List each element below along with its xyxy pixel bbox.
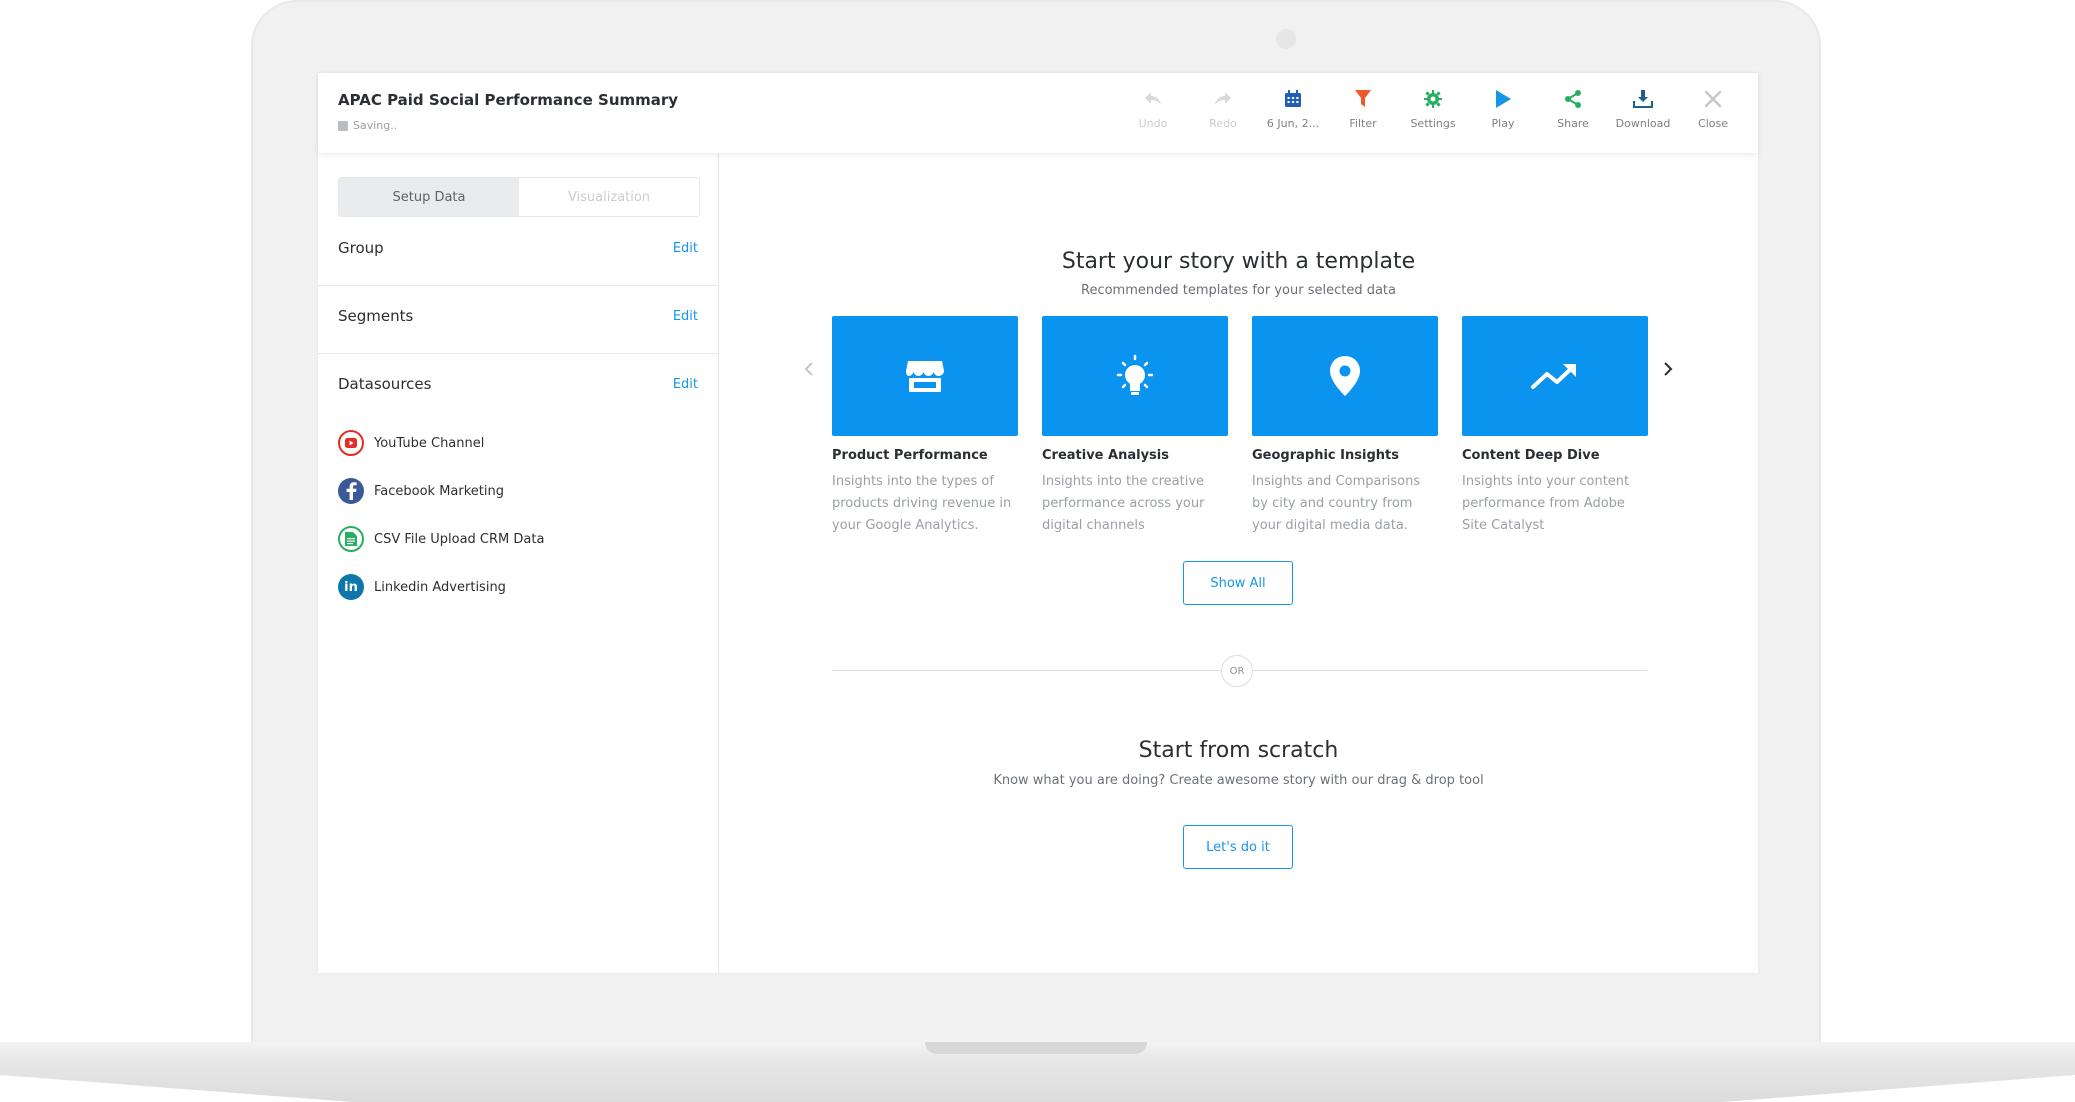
filter-label: Filter: [1349, 117, 1377, 130]
mode-toggle: Setup Data Visualization: [338, 177, 700, 217]
share-icon: [1561, 87, 1585, 111]
app-header: APAC Paid Social Performance Summary Sav…: [318, 73, 1758, 153]
filter-button[interactable]: Filter: [1328, 87, 1398, 139]
scratch-heading: Start from scratch: [1138, 738, 1339, 763]
carousel-next-button[interactable]: [1660, 361, 1676, 377]
sidebar: Setup Data Visualization Group Edit Segm…: [318, 153, 719, 973]
group-section: Group Edit: [338, 239, 698, 257]
datasource-linkedin[interactable]: in Linkedin Advertising: [338, 563, 544, 611]
play-label: Play: [1491, 117, 1515, 130]
chevron-right-icon: [1664, 362, 1673, 376]
share-button[interactable]: Share: [1538, 87, 1608, 139]
store-icon: [906, 361, 944, 392]
youtube-icon: [338, 430, 364, 456]
date-range-button[interactable]: 6 Jun, 2...: [1258, 87, 1328, 139]
toolbar: Undo Redo 6 Jun, 2... Filter Settings Pl…: [1118, 87, 1748, 139]
segments-section: Segments Edit: [338, 307, 698, 325]
share-label: Share: [1557, 117, 1589, 130]
close-label: Close: [1698, 117, 1728, 130]
settings-label: Settings: [1410, 117, 1456, 130]
redo-button[interactable]: Redo: [1188, 87, 1258, 139]
undo-icon: [1141, 87, 1165, 111]
template-title: Product Performance: [832, 448, 988, 463]
save-status: Saving..: [338, 119, 397, 132]
facebook-icon: [338, 478, 364, 504]
template-description: Insights and Comparisons by city and cou…: [1252, 474, 1421, 533]
template-subheading: Recommended templates for your selected …: [1081, 283, 1396, 298]
edit-group-link[interactable]: Edit: [673, 241, 698, 256]
template-title: Creative Analysis: [1042, 448, 1169, 463]
play-button[interactable]: Play: [1468, 87, 1538, 139]
template-card-geographic-insights[interactable]: Geographic Insights Insights and Compari…: [1252, 316, 1438, 537]
save-status-text: Saving..: [353, 119, 398, 132]
undo-label: Undo: [1138, 117, 1168, 130]
datasource-label: YouTube Channel: [374, 435, 485, 451]
date-range-label: 6 Jun, 2...: [1266, 117, 1320, 130]
template-description: Insights into the types of products driv…: [832, 474, 1012, 533]
or-divider-badge: OR: [1221, 655, 1253, 687]
filter-icon: [1351, 87, 1375, 111]
template-card-creative-analysis[interactable]: Creative Analysis Insights into the crea…: [1042, 316, 1228, 537]
redo-label: Redo: [1209, 117, 1237, 130]
undo-button[interactable]: Undo: [1118, 87, 1188, 139]
datasource-label: CSV File Upload CRM Data: [374, 531, 545, 547]
laptop-notch: [925, 1042, 1147, 1054]
show-all-button[interactable]: Show All: [1183, 561, 1293, 605]
lets-do-it-button[interactable]: Let's do it: [1183, 825, 1293, 869]
template-thumbnail: [1042, 316, 1228, 436]
save-icon: [338, 120, 348, 131]
map-pin-icon: [1330, 356, 1360, 396]
datasources-heading: Datasources: [338, 375, 432, 393]
edit-datasources-link[interactable]: Edit: [673, 377, 698, 392]
sidebar-divider: [318, 353, 718, 354]
app-window: APAC Paid Social Performance Summary Sav…: [318, 73, 1758, 973]
play-icon: [1491, 87, 1515, 111]
template-card-content-deep-dive[interactable]: Content Deep Dive Insights into your con…: [1462, 316, 1648, 537]
download-icon: [1631, 87, 1655, 111]
datasource-csv[interactable]: CSV File Upload CRM Data: [338, 515, 544, 563]
segments-heading: Segments: [338, 307, 414, 325]
redo-icon: [1211, 87, 1235, 111]
template-title: Content Deep Dive: [1462, 448, 1600, 463]
lightbulb-icon: [1116, 354, 1154, 395]
template-description: Insights into your content performance f…: [1462, 474, 1630, 533]
datasource-label: Linkedin Advertising: [374, 579, 506, 595]
edit-segments-link[interactable]: Edit: [673, 309, 698, 324]
page-title: APAC Paid Social Performance Summary: [338, 91, 679, 109]
tab-visualization[interactable]: Visualization: [519, 178, 699, 216]
datasource-label: Facebook Marketing: [374, 483, 505, 499]
datasource-youtube[interactable]: YouTube Channel: [338, 419, 544, 467]
template-thumbnail: [1252, 316, 1438, 436]
template-thumbnail: [832, 316, 1018, 436]
main-content: Start your story with a template Recomme…: [719, 153, 1758, 973]
template-heading: Start your story with a template: [1061, 249, 1416, 274]
template-card-product-performance[interactable]: Product Performance Insights into the ty…: [832, 316, 1018, 537]
download-label: Download: [1615, 117, 1671, 130]
template-description: Insights into the creative performance a…: [1042, 474, 1205, 533]
datasource-list: YouTube Channel Facebook Marketing CSV F…: [338, 419, 544, 611]
gear-icon: [1421, 87, 1445, 111]
linkedin-icon: in: [338, 574, 364, 600]
close-button[interactable]: Close: [1678, 87, 1748, 139]
datasource-facebook[interactable]: Facebook Marketing: [338, 467, 544, 515]
download-button[interactable]: Download: [1608, 87, 1678, 139]
scratch-subheading: Know what you are doing? Create awesome …: [993, 773, 1484, 788]
template-carousel: Product Performance Insights into the ty…: [832, 316, 1648, 537]
datasources-section: Datasources Edit: [338, 375, 698, 393]
csv-file-icon: [338, 526, 364, 552]
carousel-prev-button[interactable]: [801, 361, 817, 377]
sidebar-divider: [318, 285, 718, 286]
trending-up-icon: [1531, 364, 1576, 389]
close-icon: [1701, 87, 1725, 111]
calendar-icon: [1281, 87, 1305, 111]
template-title: Geographic Insights: [1252, 448, 1399, 463]
camera-dot: [1276, 29, 1296, 49]
chevron-left-icon: [804, 362, 813, 376]
template-thumbnail: [1462, 316, 1648, 436]
settings-button[interactable]: Settings: [1398, 87, 1468, 139]
group-heading: Group: [338, 239, 384, 257]
tab-setup-data[interactable]: Setup Data: [339, 178, 519, 216]
